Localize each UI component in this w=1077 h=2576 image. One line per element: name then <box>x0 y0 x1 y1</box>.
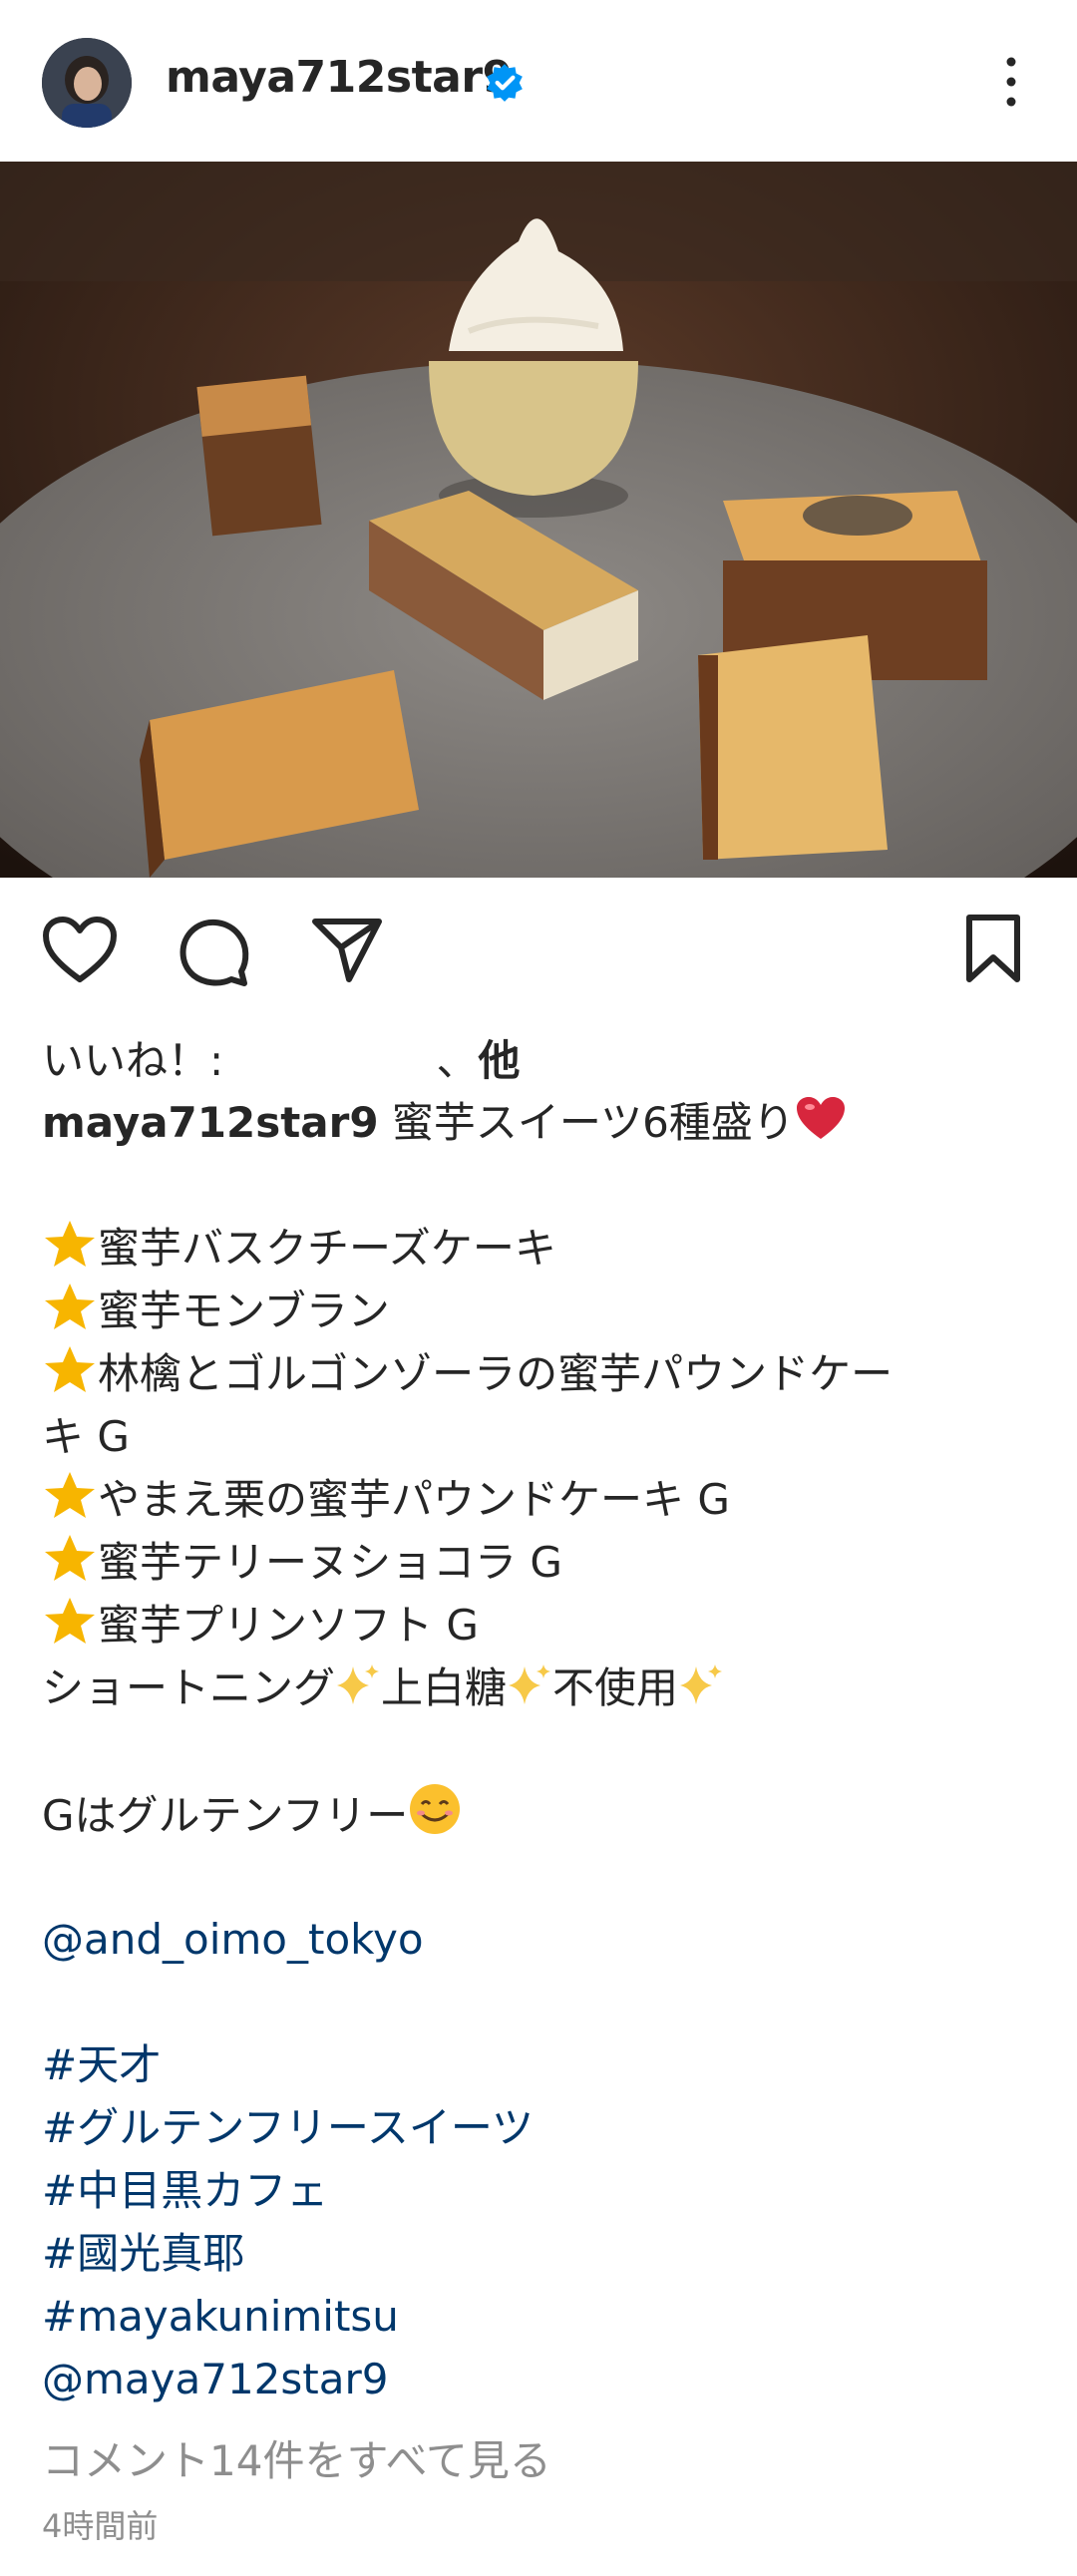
caption-item: 蜜芋テリーヌショコラ G <box>98 1538 562 1587</box>
likes-prefix: いいね！: <box>42 1036 237 1085</box>
username[interactable]: maya712star9 <box>166 52 513 103</box>
view-all-comments-link[interactable]: コメント14件をすべて見る <box>42 2427 551 2488</box>
likes-others[interactable]: 他 <box>479 1036 521 1085</box>
likes-separator: 、 <box>436 1036 479 1085</box>
heart-icon[interactable] <box>42 916 118 985</box>
post-photo[interactable] <box>0 162 1077 878</box>
caption-item: 蜜芋モンブラン <box>98 1287 390 1335</box>
post-header: maya712star9 <box>0 0 1077 162</box>
post-caption: maya712star9 蜜芋スイーツ6種盛り 蜜芋バスクチーズケーキ 蜜芋モン… <box>42 1091 1039 2410</box>
likes-line[interactable]: いいね！: 、他 <box>42 1027 521 1088</box>
caption-item: やまえ栗の蜜芋パウンドケーキ G <box>98 1475 730 1524</box>
comment-icon[interactable] <box>178 916 249 987</box>
hashtag-link[interactable]: #天才 <box>42 2040 161 2089</box>
caption-item: 蜜芋バスクチーズケーキ <box>98 1224 556 1273</box>
star-icon <box>45 1598 95 1644</box>
caption-item-continued: キ G <box>42 1412 130 1461</box>
sparkles-icon <box>509 1664 551 1704</box>
caption-sugar: 上白糖 <box>381 1663 508 1712</box>
caption-not-used: 不使用 <box>552 1663 679 1712</box>
mention-self-link[interactable]: @maya712star9 <box>42 2355 388 2403</box>
mention-shop-link[interactable]: @and_oimo_tokyo <box>42 1915 424 1964</box>
star-icon <box>45 1346 95 1392</box>
star-icon <box>45 1472 95 1518</box>
star-icon <box>45 1221 95 1267</box>
caption-gluten-free: Gはグルテンフリー <box>42 1791 409 1840</box>
verified-badge-icon <box>487 64 523 102</box>
smiling-face-icon <box>410 1784 461 1834</box>
hashtag-link[interactable]: #グルテンフリースイーツ <box>42 2103 534 2152</box>
star-icon <box>45 1535 95 1581</box>
caption-item: 林檎とゴルゴンゾーラの蜜芋パウンドケー <box>98 1349 894 1398</box>
bookmark-icon[interactable] <box>963 914 1023 985</box>
hashtag-link[interactable]: #中目黒カフェ <box>42 2166 328 2215</box>
caption-username[interactable]: maya712star9 <box>42 1098 379 1147</box>
action-bar <box>0 878 1077 1017</box>
hashtag-link[interactable]: #mayakunimitsu <box>42 2292 399 2341</box>
star-icon <box>45 1284 95 1329</box>
more-options-icon[interactable] <box>993 52 1029 112</box>
red-heart-icon <box>796 1097 845 1139</box>
caption-item: 蜜芋プリンソフト G <box>98 1601 479 1650</box>
caption-shortening: ショートニング <box>42 1663 336 1712</box>
avatar[interactable] <box>42 38 132 128</box>
post-timestamp: 4時間前 <box>42 2507 159 2545</box>
sparkles-icon <box>680 1664 723 1704</box>
food-photo <box>0 162 1077 878</box>
caption-title: 蜜芋スイーツ6種盛り <box>391 1098 795 1147</box>
hashtag-link[interactable]: #國光真耶 <box>42 2229 244 2278</box>
sparkles-icon <box>337 1664 380 1704</box>
send-icon[interactable] <box>311 916 383 983</box>
